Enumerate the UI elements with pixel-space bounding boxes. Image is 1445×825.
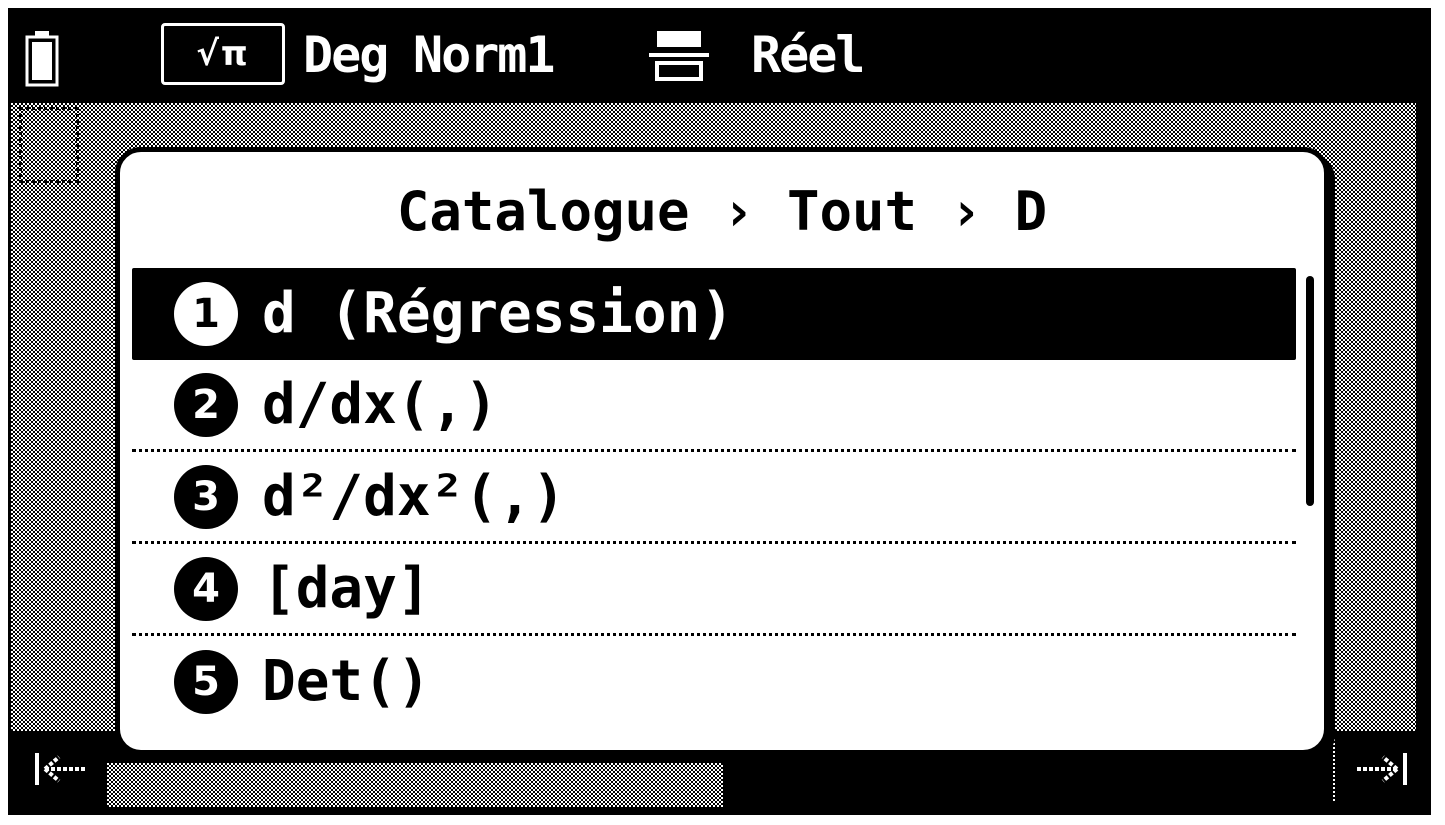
math-mode-indicator: √π <box>161 23 285 85</box>
item-number-badge: 1 <box>174 282 238 346</box>
item-number-badge: 2 <box>174 372 238 437</box>
item-label: Det() <box>262 649 431 714</box>
calculator-screen: √π Deg Norm1 Réel Catalogue › Tout › D 1… <box>8 8 1431 815</box>
angle-unit-indicator: Deg <box>303 26 389 84</box>
softkey-right[interactable] <box>1341 739 1421 799</box>
dialog-title: Catalogue › Tout › D <box>396 180 1048 243</box>
arrow-right-to-bar-icon <box>1357 753 1407 785</box>
fraction-format-icon <box>649 31 709 81</box>
display-format-indicator: Norm1 <box>413 26 556 84</box>
item-label: [day] <box>262 555 431 621</box>
list-item[interactable]: 1 d (Régression) <box>132 268 1296 360</box>
arrow-left-to-bar-icon <box>35 753 85 785</box>
item-label: d/dx(,) <box>262 371 499 437</box>
softkey-separator <box>1333 739 1335 801</box>
catalogue-dialog: Catalogue › Tout › D 1 d (Régression) 2 … <box>115 147 1329 755</box>
list-item[interactable]: 2 d/dx(,) <box>132 360 1296 452</box>
status-bar: √π Deg Norm1 Réel <box>11 11 1428 103</box>
battery-full-icon <box>25 31 59 87</box>
item-label: d²/dx²(,) <box>262 463 566 529</box>
softkey-highlight <box>107 763 723 807</box>
list-item[interactable]: 5 Det() <box>132 636 1296 728</box>
list-item[interactable]: 3 d²/dx²(,) <box>132 452 1296 544</box>
item-number-badge: 3 <box>174 464 238 529</box>
scrollbar[interactable] <box>1306 276 1314 712</box>
scrollbar-thumb[interactable] <box>1306 276 1314 506</box>
softkey-left[interactable] <box>21 739 101 799</box>
item-label: d (Régression) <box>262 281 735 346</box>
list-item[interactable]: 4 [day] <box>132 544 1296 636</box>
item-number-badge: 4 <box>174 556 238 621</box>
workspace-edge <box>1416 103 1428 803</box>
catalogue-list: 1 d (Régression) 2 d/dx(,) 3 d²/dx²(,) 4… <box>132 268 1296 728</box>
number-system-indicator: Réel <box>751 26 865 84</box>
cursor-box <box>19 107 79 183</box>
item-number-badge: 5 <box>174 650 238 714</box>
